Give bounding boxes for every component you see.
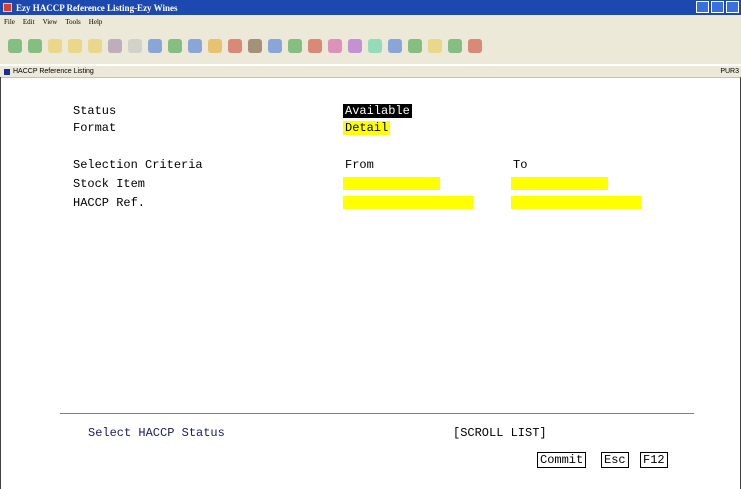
toolbar-button-icon[interactable] <box>188 39 202 53</box>
mode-indicator: [SCROLL LIST] <box>453 426 547 440</box>
toolbar-button-icon[interactable] <box>428 39 442 53</box>
stock-item-to-field[interactable] <box>511 177 608 190</box>
toolbar-button-icon[interactable] <box>288 39 302 53</box>
format-label: Format <box>73 121 117 135</box>
haccp-ref-from-field[interactable] <box>343 196 473 209</box>
window-title: Ezy HACCP Reference Listing-Ezy Wines <box>16 2 178 13</box>
from-header: From <box>345 158 374 172</box>
toolbar-button-icon[interactable] <box>228 39 242 53</box>
toolbar-button-icon[interactable] <box>248 39 262 53</box>
minimize-button[interactable] <box>696 1 709 13</box>
program-code: PUR3 <box>720 68 739 75</box>
toolbar-button-icon[interactable] <box>28 39 42 53</box>
toolbar-button-icon[interactable] <box>368 39 382 53</box>
toolbar-button-icon[interactable] <box>308 39 322 53</box>
commit-button[interactable]: Commit <box>537 452 587 468</box>
close-button[interactable] <box>726 1 739 13</box>
stock-item-from-field[interactable] <box>343 177 440 190</box>
app-icon <box>3 3 12 12</box>
toolbar-button-icon[interactable] <box>448 39 462 53</box>
menu-tools[interactable]: Tools <box>65 18 80 26</box>
toolbar-button-icon[interactable] <box>268 39 282 53</box>
toolbar-button-icon[interactable] <box>48 39 62 53</box>
haccp-ref-to-field[interactable] <box>511 196 641 209</box>
toolbar-button-icon[interactable] <box>108 39 122 53</box>
toolbar-button-icon[interactable] <box>148 39 162 53</box>
menu-bar: File Edit View Tools Help <box>0 15 741 28</box>
maximize-button[interactable] <box>711 1 724 13</box>
menu-file[interactable]: File <box>4 18 15 26</box>
toolbar-button-icon[interactable] <box>328 39 342 53</box>
subwindow-title: HACCP Reference Listing <box>13 68 94 75</box>
toolbar-button-icon[interactable] <box>128 39 142 53</box>
to-header: To <box>513 158 528 172</box>
toolbar-button-icon[interactable] <box>68 39 82 53</box>
toolbar-button-icon[interactable] <box>468 39 482 53</box>
menu-edit[interactable]: Edit <box>23 18 35 26</box>
toolbar-button-icon[interactable] <box>208 39 222 53</box>
toolbar-button-icon[interactable] <box>388 39 402 53</box>
esc-button[interactable]: Esc <box>601 452 629 468</box>
format-field[interactable]: Detail <box>343 121 391 135</box>
haccp-ref-label: HACCP Ref. <box>73 196 146 210</box>
toolbar-button-icon[interactable] <box>88 39 102 53</box>
toolbar <box>0 28 741 64</box>
menu-view[interactable]: View <box>43 18 58 26</box>
toolbar-button-icon[interactable] <box>168 39 182 53</box>
stock-item-label: Stock Item <box>73 177 146 191</box>
subwindow-icon <box>4 68 10 75</box>
selection-criteria-label: Selection Criteria <box>73 158 203 172</box>
menu-help[interactable]: Help <box>89 18 103 26</box>
divider <box>60 413 694 414</box>
status-label: Status <box>73 104 117 118</box>
status-message: Select HACCP Status <box>88 426 225 440</box>
toolbar-button-icon[interactable] <box>348 39 362 53</box>
status-field[interactable]: Available <box>343 104 412 118</box>
f12-button[interactable]: F12 <box>640 452 668 468</box>
title-bar: Ezy HACCP Reference Listing-Ezy Wines <box>0 0 741 15</box>
toolbar-button-icon[interactable] <box>408 39 422 53</box>
toolbar-button-icon[interactable] <box>8 39 22 53</box>
